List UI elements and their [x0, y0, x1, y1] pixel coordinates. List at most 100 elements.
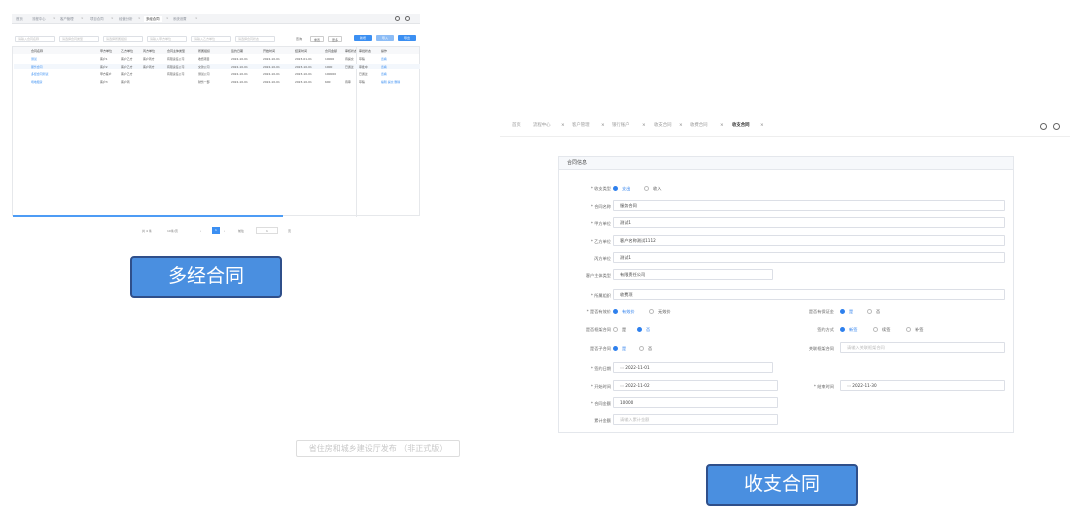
- close-icon[interactable]: ×: [81, 16, 84, 20]
- radio-fixed-no[interactable]: [649, 309, 654, 314]
- table-row[interactable]: 测试 客户1 客户乙方 客户丙方 有限责任公司 收费项目 2022-10-01 2022-10…: [14, 56, 420, 61]
- tab-fee-contract[interactable]: 收费合同: [690, 121, 708, 131]
- radio-sub-yes[interactable]: [613, 346, 618, 351]
- close-icon[interactable]: ×: [720, 121, 724, 131]
- org-input[interactable]: 收费项: [613, 289, 1005, 300]
- horizontal-scrollbar[interactable]: [13, 215, 283, 217]
- end-date-picker[interactable]: ▭ 2022-11-30: [840, 380, 1005, 391]
- col-start: 开始时间: [263, 49, 276, 53]
- radio-deposit-yes[interactable]: [840, 309, 845, 314]
- tab-income-expense[interactable]: 收支合同: [732, 121, 750, 131]
- close-icon[interactable]: ×: [760, 121, 764, 131]
- radio-frame-yes[interactable]: [613, 327, 618, 332]
- refresh-icon[interactable]: [1040, 123, 1047, 130]
- tab-flow[interactable]: 流程中心: [32, 16, 46, 22]
- tab-multi-contract[interactable]: 多经合同: [144, 16, 162, 22]
- sum-label: 累计金额: [594, 418, 611, 423]
- add-button[interactable]: 新增: [354, 35, 372, 41]
- frame-label: 是否框架合同: [585, 327, 611, 332]
- table-row[interactable]: 场地租赁 客户3 客户丙 财务一部 2022-10-01 2022-10-01 2023-1…: [14, 79, 420, 84]
- tab-customer[interactable]: 客户管理: [572, 121, 590, 131]
- table-cell: 客户丙方: [143, 57, 155, 61]
- total-count: 共 4 条: [142, 229, 152, 233]
- prev-page-icon[interactable]: ‹: [200, 229, 201, 233]
- col-org: 所属组织: [198, 49, 211, 53]
- search-button[interactable]: 查询: [292, 36, 306, 42]
- subject-select[interactable]: 有限责任公司: [613, 269, 773, 280]
- radio-expense[interactable]: [613, 186, 618, 191]
- tab-project[interactable]: 项目合同: [90, 16, 104, 22]
- tab-customer[interactable]: 客户管理: [60, 16, 74, 22]
- close-icon[interactable]: ×: [561, 121, 565, 131]
- gear-icon[interactable]: [1053, 123, 1060, 130]
- goto-label: 前往: [238, 229, 245, 233]
- close-icon[interactable]: ×: [111, 16, 114, 20]
- tab-contract-a[interactable]: 收支合同: [654, 121, 672, 131]
- table-row[interactable]: 服务合同 客户2 客户乙方 客户丙方 有限责任公司 交款公司 2022-10-01 2022-…: [14, 63, 420, 69]
- col-approval: 审批状态: [359, 49, 372, 53]
- page-size-select[interactable]: 10条/页: [167, 229, 178, 233]
- contract-name-link[interactable]: 场地租赁: [31, 80, 43, 84]
- filter-party-a[interactable]: 请输入甲方单位: [147, 36, 187, 42]
- close-icon[interactable]: ×: [53, 16, 56, 20]
- radio-sub-no[interactable]: [639, 346, 644, 351]
- radio-renew[interactable]: [873, 327, 878, 332]
- filter-org[interactable]: 请选择所属组织: [103, 36, 143, 42]
- filter-status[interactable]: 请选择合同状态: [235, 36, 275, 42]
- more-button[interactable]: 更多: [328, 36, 342, 42]
- party-a-input[interactable]: 测试1: [613, 217, 1005, 228]
- party-b-input[interactable]: 客户名称测试1112: [613, 235, 1005, 246]
- tab-home[interactable]: 首页: [512, 121, 521, 131]
- tab-analysis[interactable]: 经营分析: [119, 16, 133, 22]
- end-date-value: 2022-11-30: [852, 383, 877, 388]
- contract-form: 合同信息 * 收支类型 支出 收入 * 合同名称 服务合同 * 甲方单位 测试1…: [558, 156, 1014, 433]
- import-button[interactable]: 导入: [376, 35, 394, 41]
- row-action-link[interactable]: 查看: [381, 72, 387, 76]
- tab-home[interactable]: 首页: [16, 16, 23, 22]
- radio-deposit-no[interactable]: [867, 309, 872, 314]
- radio-supplement[interactable]: [906, 327, 911, 332]
- contract-name-input[interactable]: 服务合同: [613, 200, 1005, 211]
- parent-contract-input[interactable]: 请输入关联框架合同: [840, 342, 1005, 353]
- row-action-link[interactable]: 编辑 提交 删除: [381, 80, 400, 84]
- close-icon[interactable]: ×: [642, 121, 646, 131]
- tab-settings[interactable]: 系统设置: [173, 16, 187, 22]
- start-date-picker[interactable]: ▭ 2022-11-02: [613, 380, 778, 391]
- sum-input[interactable]: 请输入累计金额: [613, 414, 778, 425]
- reset-button[interactable]: 重置: [310, 36, 324, 42]
- radio-new-sign[interactable]: [840, 327, 845, 332]
- filter-contract-name[interactable]: 请输入合同名称: [15, 36, 55, 42]
- export-button[interactable]: 导出: [398, 35, 416, 41]
- contract-name-link[interactable]: 多经合同测试: [31, 72, 48, 76]
- sub-contract-label: 是否子合同: [590, 346, 611, 351]
- radio-supplement-text: 补签: [915, 327, 924, 332]
- table-cell: 2022-10-01: [263, 79, 280, 84]
- table-cell: 客户3: [100, 79, 108, 84]
- radio-frame-no[interactable]: [637, 327, 642, 332]
- radio-fixed-yes[interactable]: [613, 309, 618, 314]
- contract-name-link[interactable]: 测试: [31, 57, 37, 61]
- row-action-link[interactable]: 查看: [381, 65, 387, 69]
- table-row[interactable]: 多经合同测试 甲方客户 客户乙方 有限责任公司 测试公司 2022-10-01 2022-1…: [14, 71, 420, 76]
- radio-income[interactable]: [644, 186, 649, 191]
- contract-name-link[interactable]: 服务合同: [31, 65, 43, 69]
- tab-flow[interactable]: 流程中心: [533, 121, 551, 131]
- gear-icon[interactable]: [405, 16, 410, 21]
- amount-input[interactable]: 10000: [613, 397, 778, 408]
- radio-fixed-yes-text: 有效价: [622, 309, 635, 314]
- page-1[interactable]: 1: [212, 227, 220, 234]
- close-icon[interactable]: ×: [679, 121, 683, 131]
- filter-party-b[interactable]: 请输入乙方单位: [191, 36, 231, 42]
- close-icon[interactable]: ×: [166, 16, 169, 20]
- close-icon[interactable]: ×: [601, 121, 605, 131]
- sign-date-picker[interactable]: ▭ 2022-11-01: [613, 362, 773, 373]
- close-icon[interactable]: ×: [195, 16, 198, 20]
- row-action-link[interactable]: 查看: [381, 57, 387, 61]
- refresh-icon[interactable]: [395, 16, 400, 21]
- goto-input[interactable]: 1: [256, 227, 278, 234]
- tab-bank[interactable]: 银行账户: [612, 121, 630, 131]
- filter-contract-type[interactable]: 请选择合同类型: [59, 36, 99, 42]
- party-c-input[interactable]: 测试1: [613, 252, 1005, 263]
- next-page-icon[interactable]: ›: [224, 229, 225, 233]
- close-icon[interactable]: ×: [138, 16, 141, 20]
